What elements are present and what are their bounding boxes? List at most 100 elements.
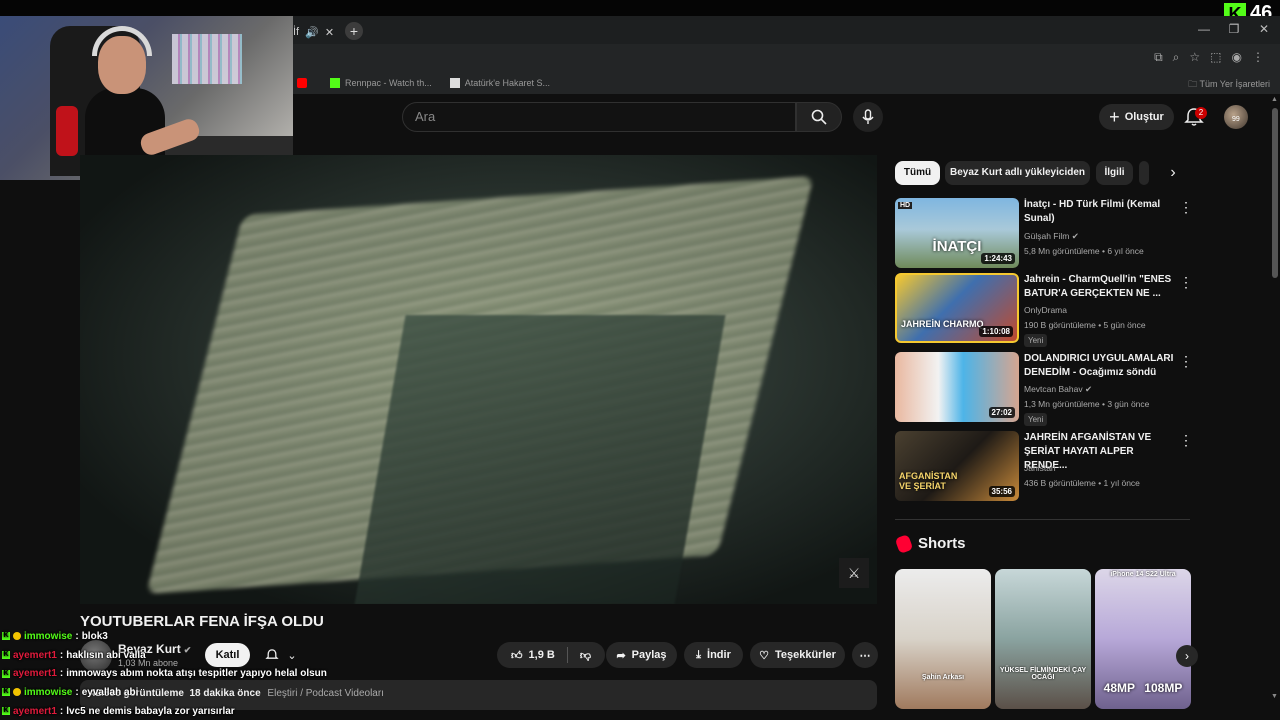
kick-badge-icon: K bbox=[2, 632, 10, 641]
thumbnail-text: AFGANİSTAN VE ŞERİAT bbox=[899, 471, 958, 491]
wall-poster bbox=[172, 34, 242, 84]
dislike-button[interactable]: 👎︎ bbox=[580, 649, 591, 662]
hd-badge: HD bbox=[898, 202, 913, 209]
thumbs-down-icon: 👎︎ bbox=[579, 649, 591, 662]
more-vert-icon[interactable]: ⋮ bbox=[1179, 433, 1193, 447]
close-window-button[interactable]: ✕ bbox=[1250, 18, 1278, 40]
cast-icon[interactable]: ⧉ bbox=[1154, 50, 1163, 65]
thanks-button[interactable]: ♡ Teşekkürler bbox=[750, 642, 845, 668]
channel-name: Gülşah Film ✔ bbox=[1024, 231, 1079, 241]
browser-menu-icon[interactable]: ⋮ bbox=[1252, 50, 1264, 65]
chip-related[interactable]: İlgili bbox=[1096, 161, 1133, 185]
voice-search-button[interactable] bbox=[853, 102, 883, 132]
create-button[interactable]: + Oluştur bbox=[1099, 104, 1174, 130]
like-dislike-group: 👍︎ 1,9 B 👎︎ bbox=[497, 642, 605, 668]
chip-uploader[interactable]: Beyaz Kurt adlı yükleyiciden bbox=[945, 161, 1090, 185]
kick-badge-icon: K bbox=[2, 651, 10, 660]
short-video[interactable]: iPhone 14 S22 Ultra 48MP 108MP bbox=[1095, 569, 1191, 709]
channel-name: OnlyDrama bbox=[1024, 305, 1067, 315]
microphone-icon bbox=[862, 109, 874, 124]
channel-name: Mevtcan Bahav ✔ bbox=[1024, 384, 1093, 394]
recommended-video[interactable]: HD İNATÇI 1:24:43 İnatçı - HD Türk Filmi… bbox=[895, 198, 1195, 268]
search-button[interactable] bbox=[796, 102, 842, 132]
red-cup bbox=[56, 106, 78, 156]
shorts-next-button[interactable]: › bbox=[1176, 645, 1198, 667]
like-button[interactable]: 👍︎ 1,9 B bbox=[511, 649, 555, 662]
video-title: Jahrein - CharmQuell'in "ENES BATUR'A GE… bbox=[1024, 274, 1172, 299]
chat-message: K ayemert1 : lvc5 ne demis babayla zor y… bbox=[2, 705, 235, 717]
tab-close-icon[interactable]: ✕ bbox=[325, 26, 334, 39]
kick-badge-icon: K bbox=[2, 688, 10, 697]
minimize-button[interactable]: — bbox=[1190, 18, 1218, 40]
bookmark-star-icon[interactable]: ☆ bbox=[1189, 50, 1200, 65]
chip-all[interactable]: Tümü bbox=[895, 161, 940, 185]
share-button[interactable]: ➦ Paylaş bbox=[606, 642, 677, 668]
video-player[interactable]: ⚔ bbox=[80, 155, 877, 604]
kick-badge-icon: K bbox=[2, 669, 10, 678]
short-video[interactable]: Şahin Arkası bbox=[895, 569, 991, 709]
stream-chat-overlay: K immowise : blok3 K ayemert1 : haklısın… bbox=[2, 627, 402, 720]
zoom-icon[interactable]: ⌕ bbox=[1173, 50, 1180, 65]
scroll-down-arrow-icon[interactable]: ▼ bbox=[1271, 693, 1278, 700]
page-scrollbar[interactable] bbox=[1270, 94, 1280, 720]
thumbnail-text: JAHREİN CHARMQ bbox=[901, 319, 984, 329]
video-thumbnail[interactable]: 27:02 bbox=[895, 352, 1019, 422]
more-vert-icon[interactable]: ⋮ bbox=[1179, 200, 1193, 214]
address-bar-row: ⧉ ⌕ ☆ ⬚ ◉ ⋮ bbox=[293, 44, 1280, 72]
verified-icon: ✔ bbox=[1071, 231, 1079, 241]
video-title: DOLANDIRICI UYGULAMALARI DENEDİM - Ocağı… bbox=[1024, 353, 1174, 378]
chat-message: K immowise : eyvallah abi bbox=[2, 686, 139, 698]
video-title: İnatçı - HD Türk Filmi (Kemal Sunal) bbox=[1024, 199, 1161, 224]
audio-icon[interactable]: 🔊 bbox=[305, 26, 319, 39]
video-thumbnail[interactable]: JAHREİN CHARMQ 1:10:08 bbox=[895, 273, 1019, 343]
download-icon: ⤓ bbox=[696, 648, 702, 661]
extensions-icon[interactable]: ⬚ bbox=[1210, 50, 1221, 65]
bookmark-page[interactable]: Atatürk'e Hakaret S... bbox=[449, 78, 550, 88]
new-tab-button[interactable]: + bbox=[345, 22, 363, 40]
browser-tab-active[interactable]: İf 🔊 ✕ bbox=[293, 20, 341, 44]
channel-name: Jahistan bbox=[1024, 463, 1056, 473]
scrollbar-thumb[interactable] bbox=[1272, 108, 1278, 278]
more-vert-icon[interactable]: ⋮ bbox=[1179, 275, 1193, 289]
avatar-badge: 99 bbox=[1232, 116, 1240, 123]
recommended-video[interactable]: 27:02 DOLANDIRICI UYGULAMALARI DENEDİM -… bbox=[895, 352, 1195, 426]
bookmark-youtube[interactable] bbox=[297, 78, 312, 88]
video-duration: 1:24:43 bbox=[981, 253, 1015, 264]
short-video[interactable]: YÜKSEL FİLMİNDEKİ ÇAY OCAĞI bbox=[995, 569, 1091, 709]
notification-count-badge: 2 bbox=[1195, 107, 1207, 119]
chat-username: immowise bbox=[24, 686, 73, 698]
more-horizontal-icon: ⋯ bbox=[859, 649, 871, 662]
video-thumbnail[interactable]: HD İNATÇI 1:24:43 bbox=[895, 198, 1019, 268]
tab-title: İf bbox=[293, 26, 300, 38]
chat-text: immoways abım nokta atışı tespitler yapı… bbox=[66, 668, 327, 680]
bookmark-kick[interactable]: Rennpac - Watch th... bbox=[330, 78, 432, 88]
chat-message: K immowise : blok3 bbox=[2, 630, 108, 642]
download-button[interactable]: ⤓ İndir bbox=[684, 642, 743, 668]
verified-icon: ✔ bbox=[1084, 384, 1093, 394]
recommended-video[interactable]: JAHREİN CHARMQ 1:10:08 Jahrein - CharmQu… bbox=[895, 273, 1195, 347]
chat-username: ayemert1 bbox=[13, 668, 57, 680]
maximize-button[interactable]: ❐ bbox=[1220, 18, 1248, 40]
short-overlay-text: 48MP 108MP bbox=[1103, 681, 1183, 695]
recommended-video[interactable]: AFGANİSTAN VE ŞERİAT 35:56 JAHREİN AFGAN… bbox=[895, 431, 1195, 501]
subscriber-badge-icon bbox=[13, 632, 21, 641]
super-thanks-icon: ♡ bbox=[759, 649, 769, 662]
profile-icon[interactable]: ◉ bbox=[1232, 50, 1242, 65]
chip-partial[interactable] bbox=[1139, 161, 1149, 185]
all-bookmarks-folder[interactable]: 🗀 Tüm Yer İşaretleri bbox=[1188, 77, 1270, 93]
chat-username: immowise bbox=[24, 630, 73, 642]
video-duration: 35:56 bbox=[988, 486, 1015, 497]
thumbs-up-icon: 👍︎ bbox=[511, 649, 523, 662]
new-badge: Yeni bbox=[1024, 334, 1048, 347]
channel-watermark-icon[interactable]: ⚔ bbox=[839, 558, 869, 588]
search-input[interactable]: Ara bbox=[402, 102, 796, 132]
scroll-up-arrow-icon[interactable]: ▲ bbox=[1271, 96, 1278, 103]
subscriber-badge-icon bbox=[13, 688, 21, 697]
chat-text: blok3 bbox=[81, 630, 108, 642]
more-actions-button[interactable]: ⋯ bbox=[852, 642, 878, 668]
video-thumbnail[interactable]: AFGANİSTAN VE ŞERİAT 35:56 bbox=[895, 431, 1019, 501]
more-vert-icon[interactable]: ⋮ bbox=[1179, 354, 1193, 368]
top-strip bbox=[0, 0, 1280, 16]
chevron-right-icon[interactable]: › bbox=[1164, 164, 1182, 182]
folder-icon: 🗀 bbox=[1188, 79, 1198, 89]
